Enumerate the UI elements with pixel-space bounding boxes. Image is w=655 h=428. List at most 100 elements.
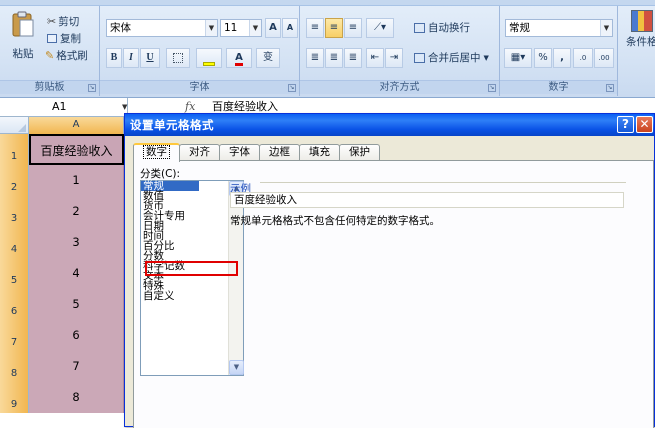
- orientation-button[interactable]: ⟋▾: [366, 18, 394, 38]
- dialog-titlebar[interactable]: 设置单元格格式 ? ✕: [125, 114, 654, 136]
- cell-a2[interactable]: 1: [29, 165, 124, 196]
- font-color-button[interactable]: A: [226, 48, 252, 68]
- chevron-down-icon[interactable]: ▼: [122, 103, 127, 111]
- scroll-down-button[interactable]: ▼: [229, 360, 244, 375]
- shrink-font-button[interactable]: A: [282, 18, 298, 38]
- percent-button[interactable]: %: [534, 48, 552, 68]
- table-row: 6 5: [0, 289, 124, 320]
- name-box[interactable]: A1: [0, 98, 128, 116]
- cell-a3[interactable]: 2: [29, 196, 124, 227]
- align-right-button[interactable]: ≣: [344, 48, 362, 68]
- decrease-decimal-button[interactable]: .00: [594, 48, 614, 68]
- clipboard-group: 粘贴 ✂ 剪切 复制 ✎ 格式刷 剪贴板 ↘: [0, 6, 100, 96]
- currency-button[interactable]: ▦▾: [504, 48, 532, 68]
- chevron-down-icon: ▼: [249, 20, 261, 36]
- sample-divider: [260, 182, 626, 183]
- increase-indent-button[interactable]: ⇥: [385, 48, 403, 68]
- sheet-grid: 1 百度经验收入 2 1 3 2 4 3 5 4 6 5 7 6 8 7 9 8: [0, 134, 124, 413]
- number-group-label: 数字: [500, 80, 617, 94]
- increase-decimal-button[interactable]: .0: [573, 48, 593, 68]
- help-button[interactable]: ?: [617, 116, 634, 133]
- tab-fill[interactable]: 填充: [299, 144, 340, 161]
- row-header[interactable]: 9: [0, 382, 29, 413]
- align-top-icon: ≡: [310, 22, 320, 33]
- cell-a6[interactable]: 5: [29, 289, 124, 320]
- row-header[interactable]: 1: [0, 134, 29, 165]
- conditional-format-button[interactable]: 条件格: [626, 10, 655, 49]
- row-header[interactable]: 3: [0, 196, 29, 227]
- phonetic-button[interactable]: 变: [256, 48, 280, 68]
- tab-border[interactable]: 边框: [259, 144, 300, 161]
- cell-a5[interactable]: 4: [29, 258, 124, 289]
- align-right-icon: ≣: [348, 52, 358, 63]
- underline-button[interactable]: U: [140, 48, 160, 68]
- cell-a8[interactable]: 7: [29, 351, 124, 382]
- chevron-down-icon: ▼: [483, 53, 489, 62]
- table-row: 8 7: [0, 351, 124, 382]
- font-size-select[interactable]: 11 ▼: [220, 19, 262, 37]
- alignment-group-label: 对齐方式: [300, 80, 499, 94]
- tab-protection[interactable]: 保护: [339, 144, 380, 161]
- number-format-select[interactable]: 常规 ▼: [505, 19, 613, 37]
- align-center-icon: ≣: [329, 52, 339, 63]
- alignment-group: ≡ ≡ ≡ ⟋▾ 自动换行 ≣ ≣ ≣ ⇤ ⇥ 合并后居中 ▼ 对齐方式 ↘: [300, 6, 500, 96]
- copy-button[interactable]: 复制: [47, 31, 81, 46]
- align-left-button[interactable]: ≣: [306, 48, 324, 68]
- font-group: 宋体 ▼ 11 ▼ A A B I U A 变 字体 ↘: [100, 6, 300, 96]
- category-list[interactable]: 常规 数值 货币 会计专用 日期 时间 百分比 分数 科学记数 文本 特殊 自定…: [140, 180, 244, 376]
- grow-font-button[interactable]: A: [265, 18, 281, 38]
- cell-a1[interactable]: 百度经验收入: [29, 134, 124, 165]
- comma-button[interactable]: ,: [553, 48, 571, 68]
- row-header[interactable]: 4: [0, 227, 29, 258]
- scissors-icon: ✂: [47, 15, 57, 28]
- paste-button[interactable]: 粘贴: [8, 10, 38, 61]
- font-name-select[interactable]: 宋体 ▼: [106, 19, 218, 37]
- row-header[interactable]: 5: [0, 258, 29, 289]
- font-launcher[interactable]: ↘: [288, 84, 296, 92]
- borders-button[interactable]: [166, 48, 190, 68]
- orientation-icon: ⟋▾: [373, 22, 387, 33]
- alignment-launcher[interactable]: ↘: [488, 84, 496, 92]
- italic-button[interactable]: I: [123, 48, 139, 68]
- category-scrollbar[interactable]: ▲ ▼: [228, 181, 244, 375]
- row-header[interactable]: 8: [0, 351, 29, 382]
- table-row: 4 3: [0, 227, 124, 258]
- cell-a7[interactable]: 6: [29, 320, 124, 351]
- cell-a4[interactable]: 3: [29, 227, 124, 258]
- copy-icon: [47, 34, 57, 43]
- merge-center-button[interactable]: 合并后居中 ▼: [414, 50, 489, 65]
- format-painter-button[interactable]: ✎ 格式刷: [45, 48, 88, 63]
- row-header[interactable]: 2: [0, 165, 29, 196]
- number-launcher[interactable]: ↘: [606, 84, 614, 92]
- row-header[interactable]: 6: [0, 289, 29, 320]
- cell-a9[interactable]: 8: [29, 382, 124, 413]
- merge-icon: [414, 52, 425, 63]
- align-bottom-button[interactable]: ≡: [344, 18, 362, 38]
- cut-button[interactable]: ✂ 剪切: [47, 14, 79, 29]
- fill-color-button[interactable]: [196, 48, 222, 68]
- table-row: 5 4: [0, 258, 124, 289]
- align-center-button[interactable]: ≣: [325, 48, 343, 68]
- align-left-icon: ≣: [310, 52, 320, 63]
- decrease-indent-button[interactable]: ⇤: [366, 48, 384, 68]
- font-group-label: 字体: [100, 80, 299, 94]
- clipboard-launcher[interactable]: ↘: [88, 84, 96, 92]
- table-row: 2 1: [0, 165, 124, 196]
- wrap-text-button[interactable]: 自动换行: [414, 20, 470, 35]
- column-header-a[interactable]: A: [29, 117, 124, 134]
- align-top-button[interactable]: ≡: [306, 18, 324, 38]
- row-header[interactable]: 7: [0, 320, 29, 351]
- conditional-format-icon: [630, 10, 653, 32]
- select-all-button[interactable]: [0, 117, 29, 134]
- tab-number[interactable]: 数字: [133, 143, 180, 162]
- paste-icon: [12, 11, 34, 37]
- tab-font[interactable]: 字体: [219, 144, 260, 161]
- close-button[interactable]: ✕: [636, 116, 653, 133]
- chevron-down-icon: ▼: [600, 20, 612, 36]
- align-middle-button[interactable]: ≡: [325, 18, 343, 38]
- tab-alignment[interactable]: 对齐: [179, 144, 220, 161]
- bold-button[interactable]: B: [106, 48, 122, 68]
- clipboard-group-label: 剪贴板: [0, 80, 99, 94]
- table-row: 7 6: [0, 320, 124, 351]
- table-row: 9 8: [0, 382, 124, 413]
